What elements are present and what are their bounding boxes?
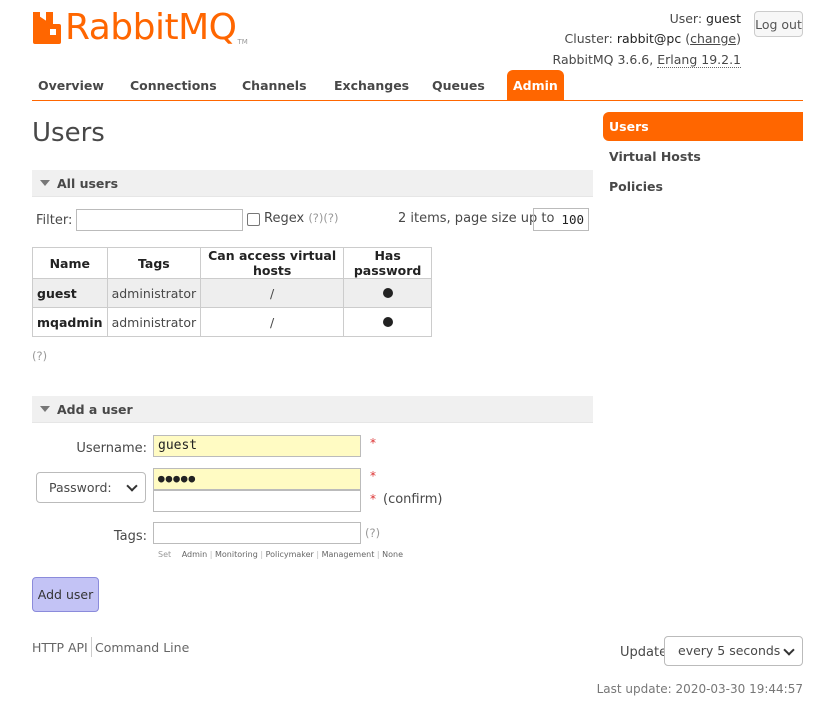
command-line-link[interactable]: Command Line	[95, 640, 189, 655]
update-interval-value: every 5 seconds	[678, 643, 781, 658]
pager-text: 2 items, page size up to	[398, 211, 555, 226]
collapse-triangle-icon	[40, 179, 50, 186]
has-password-dot-icon	[382, 287, 393, 298]
user-name-link[interactable]: guest	[32, 278, 108, 308]
all-users-title: All users	[57, 176, 119, 191]
logo-text: RabbitMQ	[65, 7, 237, 48]
tags-help-link[interactable]: (?)	[365, 526, 380, 540]
rabbitmq-logo: RabbitMQ TM	[32, 10, 248, 50]
tag-hint-monitoring[interactable]: Monitoring	[215, 550, 258, 559]
cluster-label: Cluster:	[564, 31, 613, 46]
change-cluster-link[interactable]: change	[690, 31, 736, 46]
erlang-version-link[interactable]: Erlang 19.2.1	[657, 52, 741, 68]
user-name-link[interactable]: mqadmin	[32, 307, 108, 337]
table-help-link[interactable]: (?)	[32, 349, 47, 363]
add-user-section-header[interactable]: Add a user	[32, 396, 593, 423]
filter-label: Filter:	[36, 213, 73, 228]
footer-divider	[91, 637, 92, 657]
table-row: mqadmin administrator /	[32, 307, 433, 337]
table-row: guest administrator /	[32, 278, 433, 308]
user-vhosts: /	[200, 307, 345, 337]
tag-hints-set-label: Set	[158, 550, 172, 559]
tags-label: Tags:	[113, 529, 147, 544]
last-update-text: Last update: 2020-03-30 19:44:57	[596, 682, 803, 696]
sidebar-item-policies[interactable]: Policies	[603, 172, 803, 201]
add-user-title: Add a user	[57, 402, 133, 417]
update-interval-select[interactable]: every 5 seconds	[664, 636, 803, 666]
password-input[interactable]: ●●●●●	[153, 468, 361, 490]
sidebar-item-users[interactable]: Users	[603, 112, 803, 141]
update-label: Update	[620, 645, 668, 660]
tags-input[interactable]	[153, 522, 361, 544]
required-mark: *	[370, 469, 376, 483]
confirm-label: (confirm)	[383, 492, 443, 507]
user-tags: administrator	[106, 307, 202, 337]
has-password-dot-icon	[382, 316, 393, 327]
password-type-value: Password:	[49, 480, 112, 495]
page-title: Users	[32, 118, 105, 148]
column-header-tags[interactable]: Tags	[106, 247, 202, 279]
http-api-link[interactable]: HTTP API	[32, 640, 88, 655]
collapse-triangle-icon	[40, 405, 50, 412]
header-user: User: guest	[670, 11, 741, 26]
password-confirm-input[interactable]	[153, 490, 361, 512]
logo-tm: TM	[237, 38, 248, 46]
tab-channels[interactable]: Channels	[236, 70, 313, 100]
logout-button[interactable]: Log out	[754, 11, 803, 37]
all-users-section-header[interactable]: All users	[32, 170, 593, 197]
chevron-down-icon	[783, 644, 795, 656]
sidebar-item-virtual-hosts[interactable]: Virtual Hosts	[603, 142, 803, 171]
regex-checkbox[interactable]	[247, 213, 260, 226]
username-label: Username:	[76, 441, 147, 456]
tab-exchanges[interactable]: Exchanges	[328, 70, 415, 100]
username-input[interactable]: guest	[153, 435, 361, 457]
rabbitmq-logo-icon	[32, 12, 62, 44]
user-vhosts: /	[200, 278, 345, 308]
has-password-cell	[343, 278, 433, 308]
column-header-vhosts[interactable]: Can access virtual hosts	[200, 247, 345, 279]
version-text: RabbitMQ 3.6.6,	[552, 52, 654, 67]
header-cluster: Cluster: rabbit@pc (change)	[564, 31, 741, 46]
filter-input[interactable]	[76, 209, 243, 231]
tab-overview[interactable]: Overview	[32, 70, 110, 100]
cluster-value: rabbit@pc	[616, 31, 682, 46]
tag-hints: Set Admin | Monitoring | Policymaker | M…	[158, 550, 403, 559]
regex-help-link[interactable]: (?)(?)	[308, 211, 338, 225]
user-tags: administrator	[106, 278, 202, 308]
has-password-cell	[343, 307, 433, 337]
tab-queues[interactable]: Queues	[426, 70, 491, 100]
regex-label: Regex	[264, 211, 305, 226]
required-mark: *	[370, 436, 376, 450]
user-label: User:	[669, 11, 703, 26]
users-table: Name Tags Can access virtual hosts Has p…	[32, 247, 433, 337]
tag-hint-policymaker[interactable]: Policymaker	[266, 550, 314, 559]
header-version: RabbitMQ 3.6.6, Erlang 19.2.1	[552, 52, 741, 68]
tab-connections[interactable]: Connections	[124, 70, 223, 100]
tab-admin[interactable]: Admin	[507, 70, 564, 100]
user-value: guest	[706, 11, 741, 26]
password-type-select[interactable]: Password:	[36, 472, 146, 503]
column-header-name[interactable]: Name	[32, 247, 108, 279]
column-header-has-password[interactable]: Has password	[343, 247, 433, 279]
required-mark: *	[370, 492, 376, 506]
page-size-input[interactable]: 100	[533, 208, 589, 231]
tag-hint-none[interactable]: None	[382, 550, 403, 559]
main-nav-tabs: Overview Connections Channels Exchanges …	[32, 70, 803, 101]
tag-hint-admin[interactable]: Admin	[182, 550, 208, 559]
add-user-button[interactable]: Add user	[32, 577, 99, 612]
tag-hint-management[interactable]: Management	[322, 550, 375, 559]
regex-option: Regex (?)(?)	[264, 211, 338, 226]
chevron-down-icon	[126, 480, 138, 492]
